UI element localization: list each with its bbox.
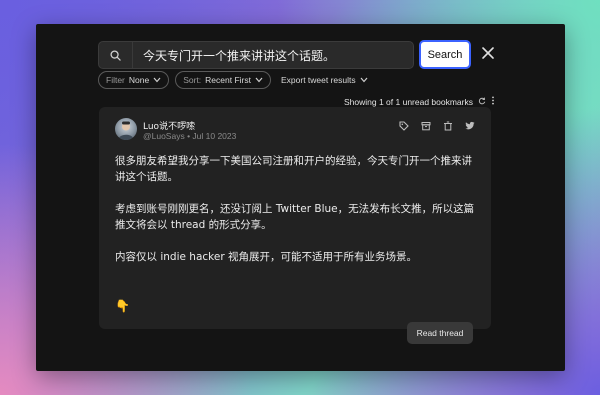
twitter-icon[interactable] (465, 121, 475, 131)
tweet-card: Luo说不啰嗦 @LuoSays • Jul 10 2023 很多朋友希望我分享… (99, 107, 491, 344)
search-input[interactable] (133, 42, 413, 68)
sort-label: Sort: (183, 75, 202, 85)
tweet-paragraph: 内容仅以 indie hacker 视角展开，可能不适用于所有业务场景。 (115, 251, 417, 263)
search-bar[interactable] (98, 41, 414, 69)
search-button[interactable]: Search (419, 40, 471, 69)
export-label: Export tweet results (281, 75, 356, 85)
app-window: Search Filter None Sort: Recent First Ex… (36, 24, 565, 371)
sort-value: Recent First (205, 75, 251, 85)
tweet-paragraph: 很多朋友希望我分享一下美国公司注册和开户的经验，今天专门开一个推来讲讲这个话题。 (115, 155, 472, 183)
close-icon[interactable] (480, 45, 496, 61)
tweet-text: 很多朋友希望我分享一下美国公司注册和开户的经验，今天专门开一个推来讲讲这个话题。… (115, 153, 481, 281)
filter-dropdown[interactable]: Filter None (98, 71, 170, 89)
read-thread-button[interactable]: Read thread (407, 322, 473, 344)
tweet-paragraph: 考虑到账号刚刚更名，还没订阅上 Twitter Blue，无法发布长文推，所以这… (115, 203, 475, 231)
tweet-actions (399, 121, 475, 131)
filter-row: Filter None Sort: Recent First Export tw… (98, 71, 368, 89)
search-icon (99, 42, 133, 68)
filter-value: None (128, 75, 150, 85)
results-status: Showing 1 of 1 unread bookmarks (344, 96, 495, 107)
chevron-down-icon (360, 75, 368, 85)
sort-dropdown[interactable]: Sort: Recent First (175, 71, 271, 89)
trash-icon[interactable] (443, 121, 453, 131)
chevron-down-icon (153, 75, 161, 85)
archive-icon[interactable] (421, 121, 431, 131)
avatar[interactable] (115, 118, 137, 140)
showing-text: Showing 1 of 1 unread bookmarks (344, 96, 473, 107)
chevron-down-icon (255, 75, 263, 85)
tag-icon[interactable] (399, 121, 409, 131)
more-options-icon[interactable] (491, 96, 495, 107)
refresh-icon[interactable] (478, 97, 486, 107)
filter-label: Filter (106, 75, 125, 85)
export-dropdown[interactable]: Export tweet results (277, 75, 368, 85)
pointing-down-emoji: 👇 (115, 299, 130, 313)
author-meta[interactable]: @LuoSays • Jul 10 2023 (143, 131, 236, 141)
